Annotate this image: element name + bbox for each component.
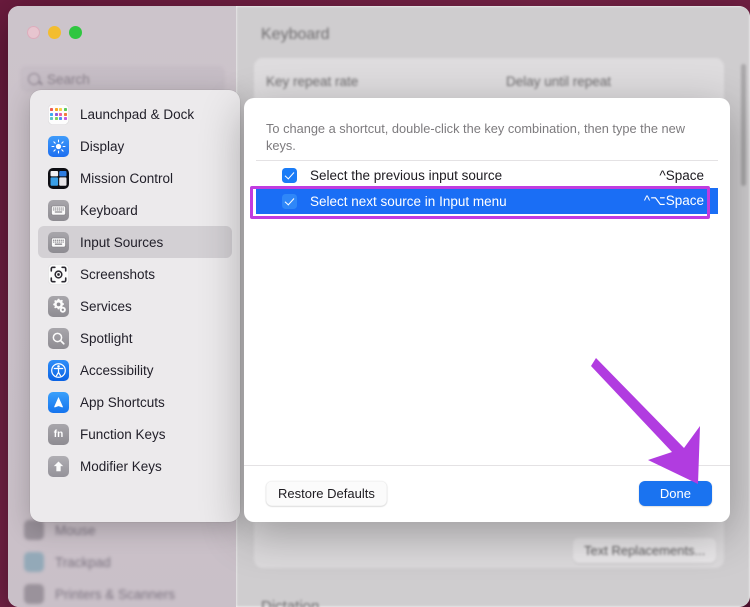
keyboard-shortcuts-category-popover: Launchpad & Dock Display (30, 90, 240, 522)
key-repeat-rate-label: Key repeat rate (266, 74, 358, 89)
sidebar-item-screenshots[interactable]: Screenshots (38, 258, 232, 290)
function-keys-icon: fn (48, 424, 69, 445)
mouse-icon (24, 520, 44, 540)
app-shortcuts-icon (48, 392, 69, 413)
sidebar-item-display[interactable]: Display (38, 130, 232, 162)
system-settings-window: Keyboard Key repeat rate Delay until rep… (8, 6, 750, 607)
printer-icon (24, 584, 44, 604)
sidebar-item-printers-scanners[interactable]: Printers & Scanners (24, 580, 229, 607)
done-button[interactable]: Done (639, 481, 712, 506)
sidebar-item-app-shortcuts[interactable]: App Shortcuts (38, 386, 232, 418)
shortcut-name: Select next source in Input menu (310, 194, 507, 209)
sidebar-item-services[interactable]: Services (38, 290, 232, 322)
sidebar-item-label: Spotlight (80, 331, 133, 346)
input-sources-icon (48, 232, 69, 253)
close-button[interactable] (27, 26, 40, 39)
trackpad-icon (24, 552, 44, 572)
sidebar-item-label: Modifier Keys (80, 459, 162, 474)
dialog-hint-text: To change a shortcut, double-click the k… (266, 120, 698, 154)
sidebar-item-label: Mission Control (80, 171, 173, 186)
sidebar-item-label: Keyboard (80, 203, 138, 218)
sidebar-item-launchpad-dock[interactable]: Launchpad & Dock (38, 98, 232, 130)
dictation-heading: Dictation (261, 598, 319, 607)
sidebar-item-label: Launchpad & Dock (80, 107, 194, 122)
hint-divider (256, 160, 718, 161)
sidebar-item-label: Accessibility (80, 363, 154, 378)
screenshots-icon (48, 264, 69, 285)
sidebar-item-label: App Shortcuts (80, 395, 165, 410)
sidebar-item-accessibility[interactable]: Accessibility (38, 354, 232, 386)
shortcut-keys[interactable]: ^Space (659, 168, 704, 183)
search-placeholder: Search (47, 72, 90, 87)
sidebar-item-label: Input Sources (80, 235, 163, 250)
screenshot-root: Keyboard Key repeat rate Delay until rep… (0, 0, 750, 607)
sidebar-item-trackpad[interactable]: Trackpad (24, 548, 229, 576)
restore-defaults-button[interactable]: Restore Defaults (266, 481, 387, 506)
page-title: Keyboard (261, 26, 330, 44)
sidebar-item-spotlight[interactable]: Spotlight (38, 322, 232, 354)
services-icon (48, 296, 69, 317)
sidebar-item-label: Printers & Scanners (55, 587, 175, 602)
minimize-button[interactable] (48, 26, 61, 39)
shortcuts-dialog: To change a shortcut, double-click the k… (244, 98, 730, 522)
shortcut-row-next-source-input-menu[interactable]: Select next source in Input menu ^⌥Space (256, 188, 718, 214)
sidebar-item-mission-control[interactable]: Mission Control (38, 162, 232, 194)
shortcut-row-previous-input-source[interactable]: Select the previous input source ^Space (256, 162, 718, 188)
sidebar-item-label: Services (80, 299, 132, 314)
shortcut-keys[interactable]: ^⌥Space (644, 193, 704, 209)
checkbox-checked-icon[interactable] (282, 168, 297, 183)
search-input[interactable]: Search (20, 66, 225, 92)
display-icon (48, 136, 69, 157)
modifier-keys-icon (48, 456, 69, 477)
shortcut-name: Select the previous input source (310, 168, 502, 183)
sidebar-item-function-keys[interactable]: fn Function Keys (38, 418, 232, 450)
sidebar-item-label: Mouse (55, 523, 96, 538)
sidebar-item-label: Trackpad (55, 555, 111, 570)
sidebar-item-label: Function Keys (80, 427, 166, 442)
zoom-button[interactable] (69, 26, 82, 39)
content-scrollbar[interactable] (741, 64, 746, 186)
sidebar-item-modifier-keys[interactable]: Modifier Keys (38, 450, 232, 482)
window-controls (27, 26, 82, 39)
search-icon (28, 73, 40, 85)
sidebar-item-label: Display (80, 139, 124, 154)
text-replacements-button[interactable]: Text Replacements... (573, 538, 716, 563)
spotlight-icon (48, 328, 69, 349)
accessibility-icon (48, 360, 69, 381)
keyboard-icon (48, 200, 69, 221)
sidebar-item-input-sources[interactable]: Input Sources (38, 226, 232, 258)
mission-control-icon (48, 168, 69, 189)
checkbox-checked-icon[interactable] (282, 194, 297, 209)
sidebar-item-keyboard[interactable]: Keyboard (38, 194, 232, 226)
delay-until-repeat-label: Delay until repeat (506, 74, 611, 89)
footer-divider (244, 465, 730, 466)
sidebar-item-label: Screenshots (80, 267, 155, 282)
launchpad-icon (48, 104, 69, 125)
